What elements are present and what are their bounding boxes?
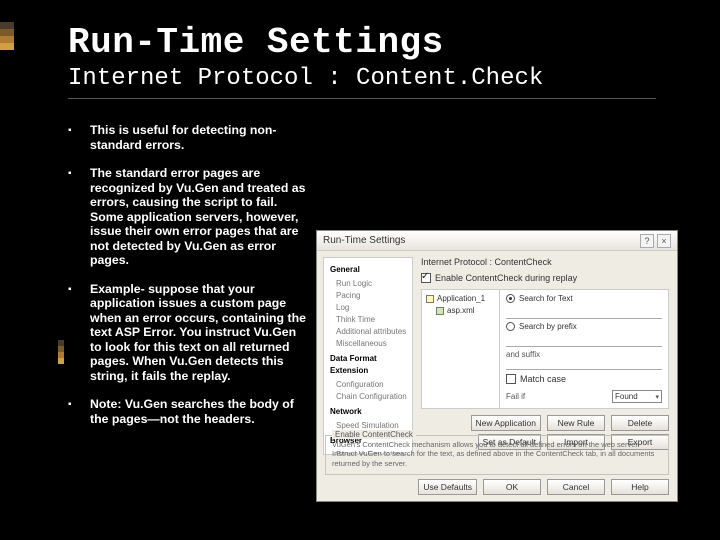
tree-item[interactable]: Run Logic <box>330 278 408 290</box>
list-item: ▪ Example- suppose that your application… <box>68 282 306 384</box>
tree-item[interactable]: Chain Configuration <box>330 391 408 403</box>
tree-item[interactable]: Miscellaneous <box>330 338 408 350</box>
fail-if-label: Fail if <box>506 392 525 401</box>
prefix-input[interactable] <box>506 336 662 347</box>
radio-label: Search by prefix <box>519 322 577 331</box>
category-tree[interactable]: General Run Logic Pacing Log Think Time … <box>323 257 413 455</box>
tree-item[interactable]: Log <box>330 302 408 314</box>
bullet-text: The standard error pages are recognized … <box>90 166 306 268</box>
help-button[interactable]: ? <box>640 234 654 248</box>
suffix-input[interactable] <box>506 359 662 370</box>
new-rule-button[interactable]: New Rule <box>547 415 605 431</box>
fail-if-dropdown[interactable]: Found <box>612 390 662 403</box>
titlebar[interactable]: Run-Time Settings ? × <box>317 231 677 251</box>
ok-button[interactable]: OK <box>483 479 541 495</box>
match-case-label: Match case <box>520 374 566 384</box>
delete-button[interactable]: Delete <box>611 415 669 431</box>
tree-item[interactable]: Additional attributes <box>330 326 408 338</box>
application-list[interactable]: Application_1 asp.xml <box>422 290 500 408</box>
description-text: VuGen's ContentCheck mechanism allows yo… <box>332 440 662 468</box>
list-item: ▪ This is useful for detecting non-stand… <box>68 123 306 152</box>
rule-detail: Search for Text Search by prefix and suf… <box>500 290 668 408</box>
new-application-button[interactable]: New Application <box>471 415 541 431</box>
cancel-button[interactable]: Cancel <box>547 479 605 495</box>
description-group: Enable ContentCheck VuGen's ContentCheck… <box>325 435 669 475</box>
app-name: Application_1 <box>437 294 485 303</box>
tree-item[interactable]: Pacing <box>330 290 408 302</box>
enable-contentcheck-checkbox[interactable] <box>421 273 431 283</box>
list-item: ▪ The standard error pages are recognize… <box>68 166 306 268</box>
match-case-checkbox[interactable] <box>506 374 516 384</box>
close-button[interactable]: × <box>657 234 671 248</box>
radio-label: Search for Text <box>519 294 573 303</box>
dropdown-value: Found <box>615 392 638 401</box>
slide-title: Run-Time Settings <box>68 22 656 63</box>
runtime-settings-dialog: Run-Time Settings ? × General Run Logic … <box>316 230 678 502</box>
search-text-input[interactable] <box>506 308 662 319</box>
divider <box>68 98 656 99</box>
tree-group: Data Format Extension <box>330 353 408 377</box>
search-text-radio[interactable] <box>506 294 515 303</box>
tree-header: General <box>330 264 408 276</box>
tree-group: Network <box>330 406 408 418</box>
suffix-label: and suffix <box>506 350 662 359</box>
search-prefix-radio[interactable] <box>506 322 515 331</box>
tree-item[interactable]: Configuration <box>330 379 408 391</box>
list-item[interactable]: Application_1 <box>426 294 495 303</box>
use-defaults-button[interactable]: Use Defaults <box>418 479 477 495</box>
group-title: Enable ContentCheck <box>332 430 416 439</box>
list-item: ▪ Note: Vu.Gen searches the body of the … <box>68 397 306 426</box>
list-item[interactable]: asp.xml <box>426 306 495 315</box>
slide-subtitle: Internet Protocol : Content.Check <box>68 65 656 92</box>
window-title: Run-Time Settings <box>323 235 405 246</box>
panel-caption: Internet Protocol : ContentCheck <box>421 257 669 267</box>
bullet-text: This is useful for detecting non-standar… <box>90 123 306 152</box>
help-button[interactable]: Help <box>611 479 669 495</box>
bullet-text: Note: Vu.Gen searches the body of the pa… <box>90 397 306 426</box>
rule-panel: Application_1 asp.xml Search for Text <box>421 289 669 409</box>
enable-label: Enable ContentCheck during replay <box>435 273 577 283</box>
bullet-list: ▪ This is useful for detecting non-stand… <box>68 123 306 426</box>
bullet-text: Example- suppose that your application i… <box>90 282 306 384</box>
rule-icon <box>436 307 444 315</box>
rule-name: asp.xml <box>447 306 475 315</box>
app-icon <box>426 295 434 303</box>
tree-item[interactable]: Think Time <box>330 314 408 326</box>
